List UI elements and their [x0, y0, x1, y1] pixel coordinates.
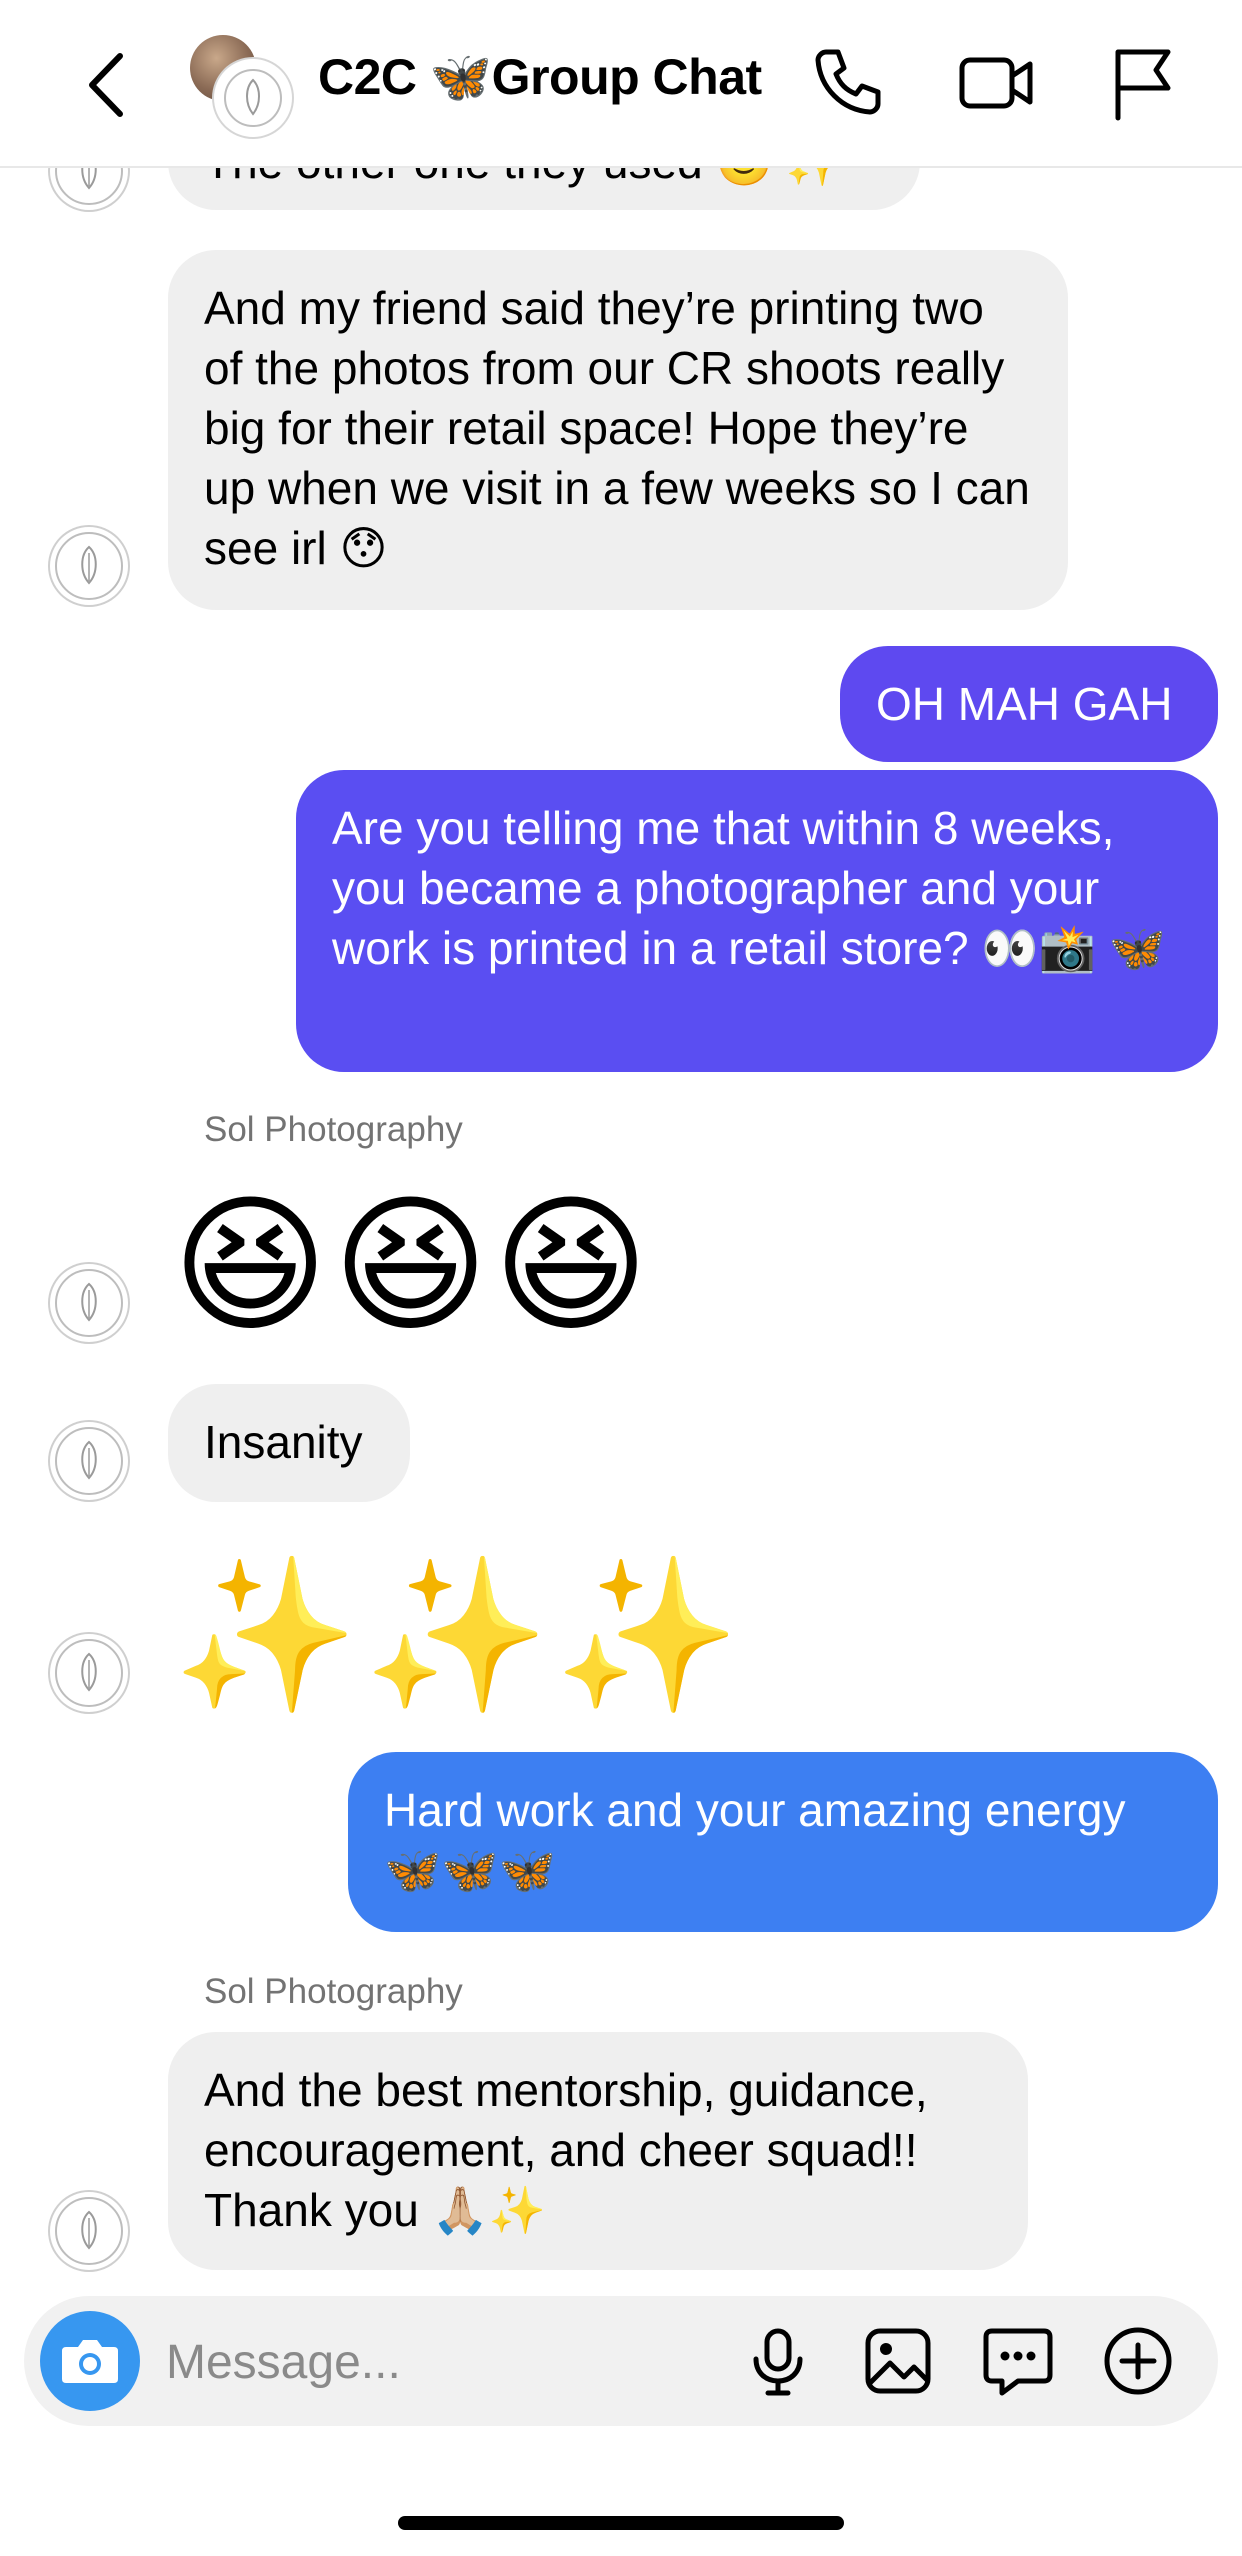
sol-photography-logo-icon [55, 2197, 123, 2265]
emoji-message[interactable]: ✨✨✨ [172, 1550, 744, 1720]
message-bubble-incoming[interactable]: And the best mentorship, guidance, encou… [168, 2032, 1028, 2270]
message-bubble-incoming[interactable]: Insanity [168, 1384, 410, 1502]
sol-photography-logo-icon [214, 59, 292, 137]
group-avatar[interactable] [190, 35, 292, 137]
emoji-message[interactable]: 😆😆😆 [172, 1180, 653, 1350]
sender-avatar[interactable] [48, 1262, 130, 1344]
message-text: Insanity [204, 1416, 363, 1468]
sender-avatar[interactable] [48, 2190, 130, 2272]
message-text: And the best mentorship, guidance, encou… [204, 2064, 928, 2236]
message-thread[interactable]: The other one they used 🙂 ✨ And my frien… [0, 0, 1242, 2290]
video-camera-icon[interactable] [956, 42, 1036, 122]
chat-title[interactable]: C2C 🦋Group Chat [318, 48, 762, 107]
message-input[interactable] [164, 2324, 728, 2400]
sol-photography-logo-icon [55, 532, 123, 600]
sol-photography-logo-icon [55, 1639, 123, 1707]
flag-icon[interactable] [1104, 42, 1184, 122]
back-chevron-icon[interactable] [82, 50, 132, 120]
sender-name-label: Sol Photography [204, 1110, 463, 1149]
sol-photography-logo-icon [55, 1427, 123, 1495]
sender-avatar[interactable] [48, 1632, 130, 1714]
message-bubble-outgoing[interactable]: OH MAH GAH [840, 646, 1218, 762]
gallery-icon[interactable] [858, 2321, 938, 2401]
microphone-icon[interactable] [738, 2321, 818, 2401]
sticker-chat-icon[interactable] [978, 2321, 1058, 2401]
message-composer [24, 2296, 1218, 2426]
camera-icon[interactable] [40, 2311, 140, 2411]
sender-name-label: Sol Photography [204, 1972, 463, 2011]
plus-icon[interactable] [1098, 2321, 1178, 2401]
sender-avatar[interactable] [48, 525, 130, 607]
message-bubble-incoming[interactable]: And my friend said they’re printing two … [168, 250, 1068, 610]
message-text: Hard work and your amazing energy 🦋🦋🦋 [384, 1784, 1126, 1896]
message-text: OH MAH GAH [876, 678, 1173, 730]
sender-avatar[interactable] [48, 1420, 130, 1502]
chat-header: C2C 🦋Group Chat [0, 0, 1242, 168]
sol-photography-logo-icon [55, 1269, 123, 1337]
phone-icon[interactable] [808, 42, 888, 122]
message-bubble-outgoing[interactable]: Are you telling me that within 8 weeks, … [296, 770, 1218, 1072]
home-indicator [398, 2516, 844, 2530]
message-text: And my friend said they’re printing two … [204, 282, 1030, 574]
message-text: Are you telling me that within 8 weeks, … [332, 802, 1166, 974]
message-bubble-outgoing[interactable]: Hard work and your amazing energy 🦋🦋🦋 [348, 1752, 1218, 1932]
